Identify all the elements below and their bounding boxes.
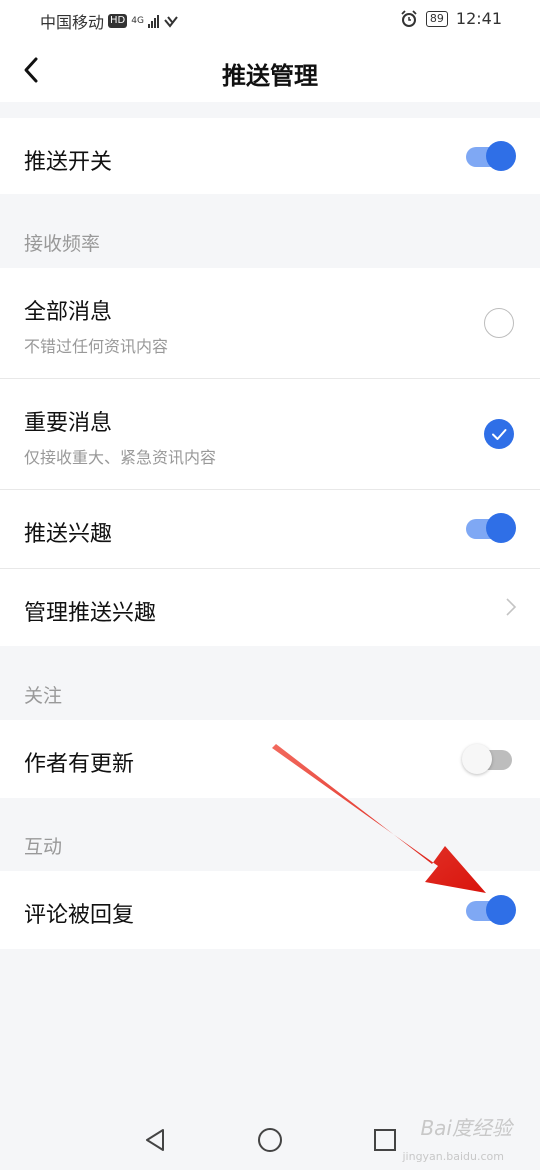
clock: 12:41 xyxy=(455,9,502,28)
carrier-label: 中国移动 xyxy=(40,13,105,32)
push-interest-label: 推送兴趣 xyxy=(24,522,113,547)
all-messages-title: 全部消息 xyxy=(24,300,113,325)
signal-icon xyxy=(147,14,159,28)
toggle-knob xyxy=(486,141,516,171)
status-bar-right: 89 12:41 xyxy=(400,9,502,28)
chevron-right-icon xyxy=(506,598,517,616)
important-messages-title: 重要消息 xyxy=(24,411,113,436)
battery-icon: 89 xyxy=(425,10,448,27)
section-label-frequency: 接收频率 xyxy=(24,233,101,255)
push-interest-row: 推送兴趣 xyxy=(0,490,540,568)
all-messages-option[interactable]: 全部消息 不错过任何资讯内容 xyxy=(0,268,540,378)
status-bar-left: 中国移动 HD 4G xyxy=(40,9,179,33)
push-switch-toggle[interactable] xyxy=(466,139,516,173)
push-interest-toggle[interactable] xyxy=(466,511,516,545)
all-messages-radio[interactable] xyxy=(484,308,514,338)
checkmark-icon xyxy=(492,429,507,440)
push-switch-label: 推送开关 xyxy=(24,150,113,175)
important-messages-option[interactable]: 重要消息 仅接收重大、紧急资讯内容 xyxy=(0,379,540,489)
section-label-interaction: 互动 xyxy=(24,836,63,858)
manage-interest-row[interactable]: 管理推送兴趣 xyxy=(0,569,540,646)
author-update-toggle[interactable] xyxy=(462,742,516,776)
comment-reply-row: 评论被回复 xyxy=(0,871,540,949)
author-update-row: 作者有更新 xyxy=(0,720,540,798)
watermark-url: jingyan.baidu.com xyxy=(402,1150,504,1163)
alarm-icon xyxy=(401,9,417,27)
network-type: 4G xyxy=(131,15,144,26)
home-circle-icon[interactable] xyxy=(256,1126,284,1154)
page-title: 推送管理 xyxy=(222,62,318,90)
author-update-label: 作者有更新 xyxy=(24,752,135,777)
section-label-follow: 关注 xyxy=(24,685,63,707)
comment-reply-label: 评论被回复 xyxy=(24,903,135,928)
comment-reply-toggle[interactable] xyxy=(466,893,516,927)
status-bar: 中国移动 HD 4G 89 12:41 xyxy=(0,0,540,38)
toggle-knob xyxy=(486,895,516,925)
manage-interest-label: 管理推送兴趣 xyxy=(24,601,157,626)
nav-bar: 推送管理 xyxy=(0,38,540,102)
all-messages-subtitle: 不错过任何资讯内容 xyxy=(24,337,169,356)
push-switch-row: 推送开关 xyxy=(0,118,540,194)
important-messages-radio[interactable] xyxy=(484,419,514,449)
back-triangle-icon[interactable] xyxy=(141,1126,169,1154)
toggle-knob xyxy=(462,744,492,774)
watermark: Bai度经验 xyxy=(420,1116,512,1140)
important-messages-subtitle: 仅接收重大、紧急资讯内容 xyxy=(24,448,217,467)
wifi-icon xyxy=(164,16,178,28)
toggle-knob xyxy=(486,513,516,543)
hd-badge: HD xyxy=(108,14,128,28)
recents-square-icon[interactable] xyxy=(371,1126,399,1154)
